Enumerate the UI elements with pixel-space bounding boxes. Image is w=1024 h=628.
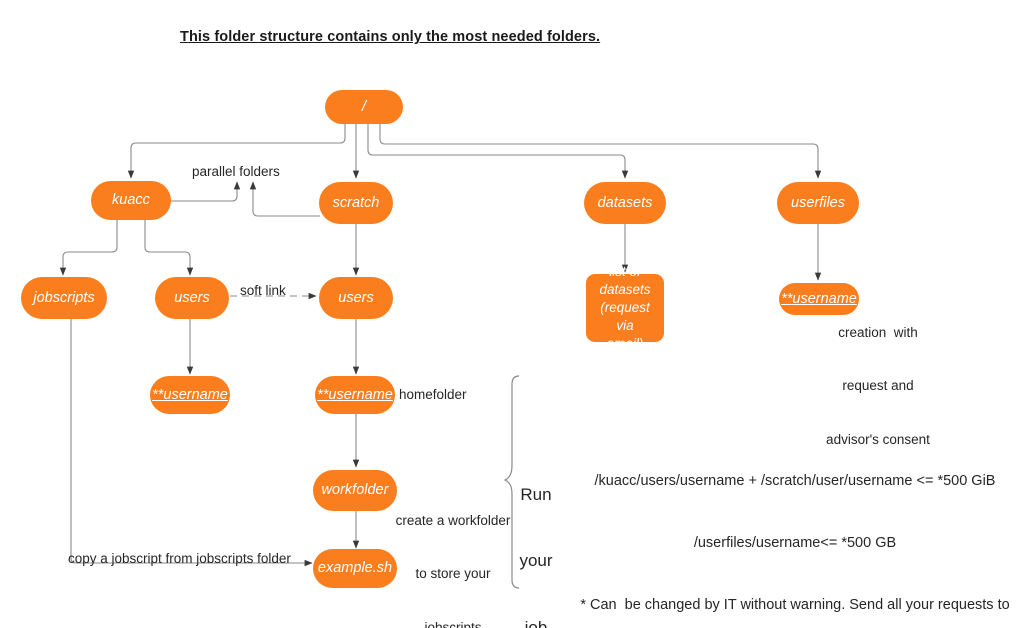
node-kuacc-users-label: users <box>174 289 210 306</box>
page-title: This folder structure contains only the … <box>180 29 601 45</box>
diagram-canvas: This folder structure contains only the … <box>0 0 1024 628</box>
node-root[interactable]: / <box>325 90 403 124</box>
quota-notes: /kuacc/users/username + /scratch/user/us… <box>580 430 1010 628</box>
node-userfiles-label: userfiles <box>791 194 845 211</box>
node-scratch-users-label: users <box>338 289 374 306</box>
wire-scratch-parallel <box>249 181 320 217</box>
node-root-label: / <box>361 98 367 115</box>
wire-kuacc-parallel <box>170 181 241 202</box>
datasets-list-line-3: (request via <box>600 300 650 333</box>
run-job-line-3: job <box>524 617 548 628</box>
wire-jobscripts-to-example <box>70 319 313 567</box>
quota-note-line-2: /userfiles/username<= *500 GB <box>693 534 897 551</box>
run-job-line-2: your <box>519 551 553 571</box>
wire-kuacc-to-kuacc-users <box>144 220 194 276</box>
workfolder-note-line-3: jobscripts <box>424 619 482 628</box>
label-homefolder: homefolder <box>399 387 467 402</box>
node-datasets[interactable]: datasets <box>584 182 666 224</box>
node-scratch-username-label: **username <box>317 386 393 403</box>
node-workfolder-label: workfolder <box>321 482 389 499</box>
node-scratch[interactable]: scratch <box>319 182 393 224</box>
node-datasets-label: datasets <box>597 194 653 211</box>
node-example-sh-label: example.sh <box>317 560 393 577</box>
wire-root-to-userfiles <box>379 123 822 179</box>
node-scratch-label: scratch <box>332 194 380 211</box>
workfolder-note-line-1: create a workfolder <box>395 512 511 528</box>
label-parallel-folders: parallel folders <box>192 164 280 179</box>
label-soft-link: soft link <box>240 283 286 298</box>
creation-line-1: creation with <box>838 324 918 340</box>
label-run-job-here: Run your job here! <box>517 440 556 628</box>
node-userfiles[interactable]: userfiles <box>777 182 859 224</box>
run-job-line-1: Run <box>520 485 552 505</box>
node-scratch-users[interactable]: users <box>319 277 393 319</box>
workfolder-note-line-2: to store your <box>415 566 491 582</box>
node-scratch-username[interactable]: **username <box>315 376 395 414</box>
node-kuacc-label: kuacc <box>112 192 150 209</box>
wire-root-to-datasets <box>367 123 629 179</box>
node-kuacc-username[interactable]: **username <box>150 376 230 414</box>
node-jobscripts-label: jobscripts <box>33 289 95 306</box>
label-copy-jobscript: copy a jobscript from jobscripts folder <box>68 551 291 566</box>
node-kuacc-username-label: **username <box>152 386 228 403</box>
quota-note-line-3: * Can be changed by IT without warning. … <box>580 596 1010 613</box>
datasets-list-line-4: email) <box>606 335 644 351</box>
datasets-list-line-2: datasets <box>599 282 651 298</box>
label-workfolder-note: create a workfolder to store your jobscr… <box>396 476 511 628</box>
node-datasets-list[interactable]: list of datasets (request via email) <box>586 264 664 351</box>
wire-kuacc-to-jobscripts <box>59 220 118 276</box>
node-kuacc[interactable]: kuacc <box>91 181 171 220</box>
node-example-sh[interactable]: example.sh <box>313 549 397 588</box>
quota-note-line-1: /kuacc/users/username + /scratch/user/us… <box>594 473 996 490</box>
node-workfolder[interactable]: workfolder <box>313 470 397 511</box>
creation-line-2: request and <box>842 378 914 394</box>
node-kuacc-users[interactable]: users <box>155 277 229 319</box>
datasets-list-line-1: list of <box>609 264 641 280</box>
node-jobscripts[interactable]: jobscripts <box>21 277 107 319</box>
